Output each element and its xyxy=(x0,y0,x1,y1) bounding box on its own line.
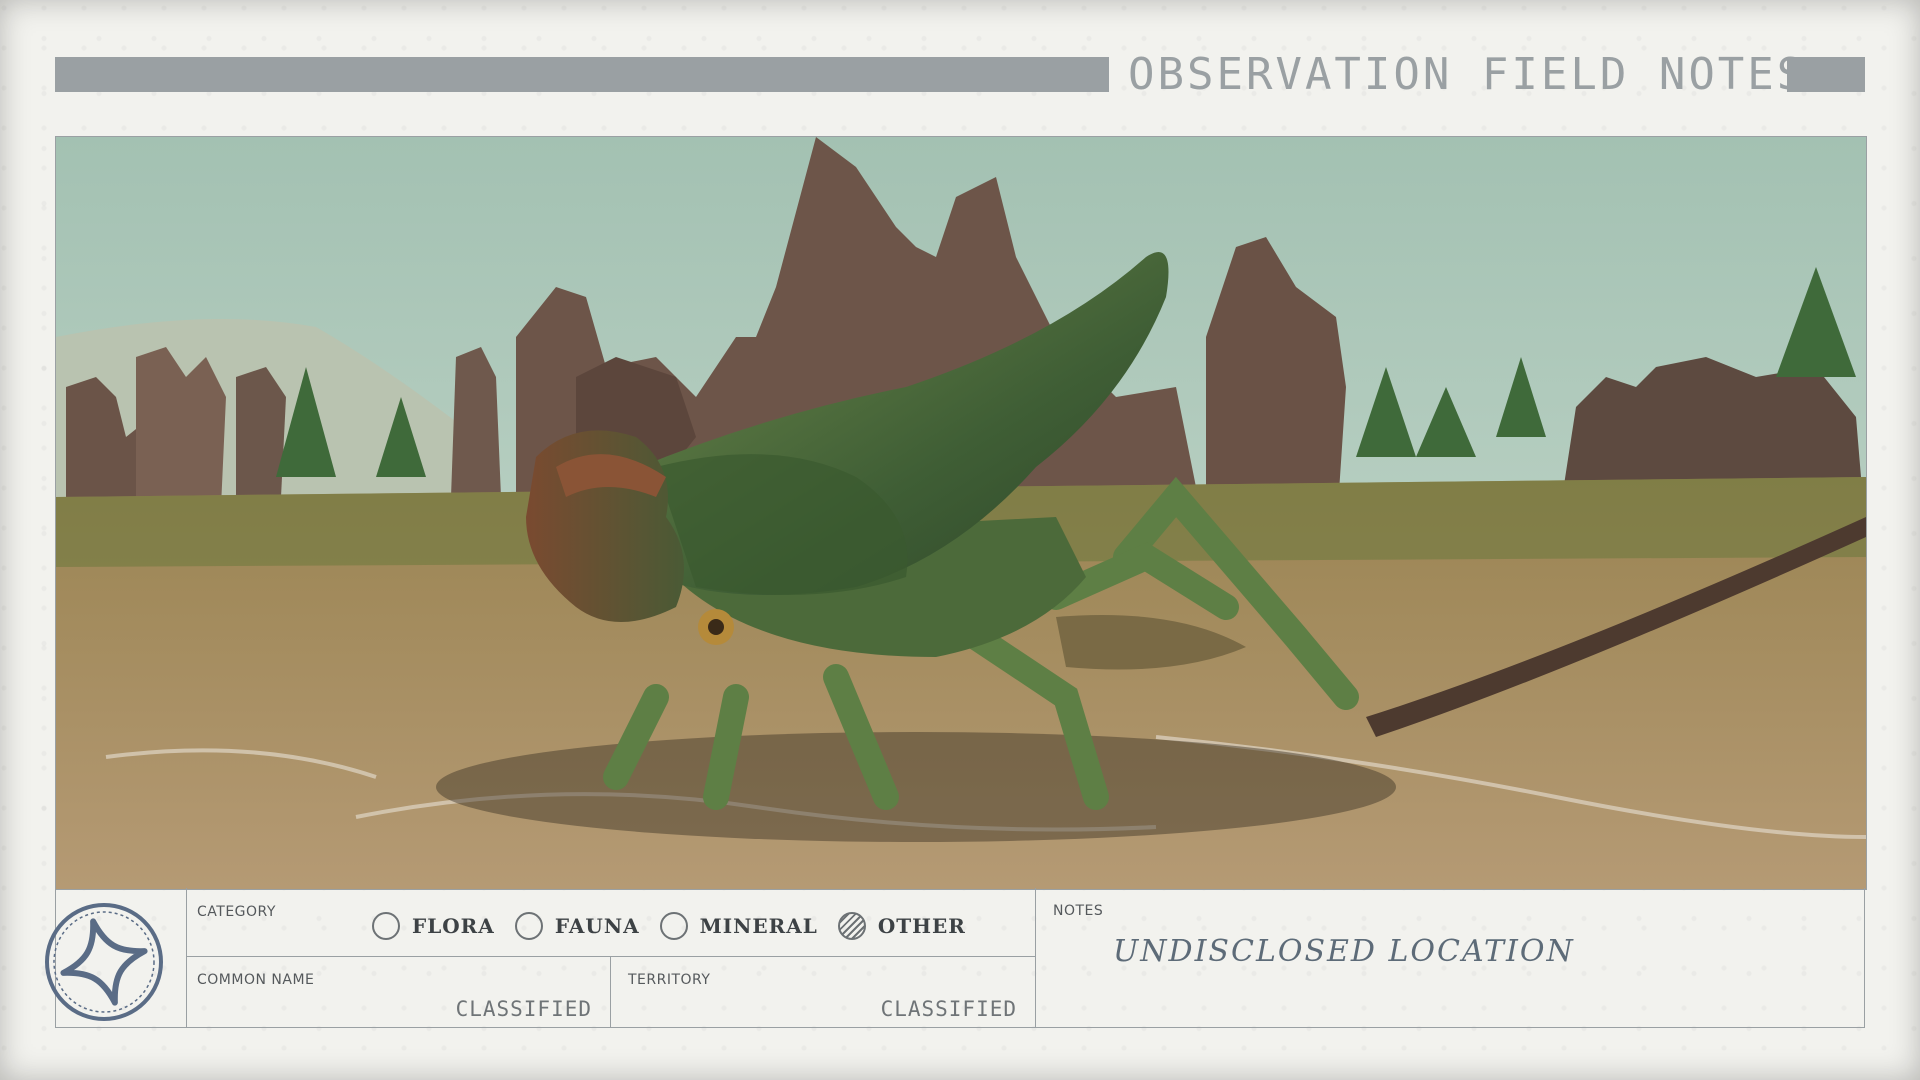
header-bar-right xyxy=(1787,57,1865,92)
field-notes-form: CATEGORY FLORA FAUNA MINERAL OTHER COMMO… xyxy=(45,888,1865,1028)
notes-label: NOTES xyxy=(1053,903,1104,919)
category-row: CATEGORY FLORA FAUNA MINERAL OTHER xyxy=(187,888,1035,957)
creature-scene xyxy=(56,137,1866,889)
common-name-field: COMMON NAME CLASSIFIED xyxy=(187,957,611,1027)
territory-label: TERRITORY xyxy=(628,972,711,988)
other-radio[interactable] xyxy=(837,912,866,940)
field-notes-card: OBSERVATION FIELD NOTES CATEGORY FLORA F… xyxy=(0,0,1920,1080)
notes-value: UNDISCLOSED LOCATION xyxy=(1113,934,1575,969)
common-name-label: COMMON NAME xyxy=(197,972,315,988)
option-other[interactable]: OTHER xyxy=(837,912,966,940)
category-label: CATEGORY xyxy=(197,904,276,920)
territory-value: CLASSIFIED xyxy=(880,997,1017,1021)
notes-field: NOTES UNDISCLOSED LOCATION xyxy=(1035,888,1865,1027)
mineral-radio[interactable] xyxy=(659,912,688,940)
other-label: OTHER xyxy=(877,914,966,938)
logo-cell xyxy=(45,888,187,1027)
territory-field: TERRITORY CLASSIFIED xyxy=(611,957,1035,1027)
fauna-label: FAUNA xyxy=(554,914,640,938)
fauna-radio[interactable] xyxy=(514,912,543,940)
mineral-label: MINERAL xyxy=(699,914,818,938)
flora-label: FLORA xyxy=(412,914,495,938)
flora-radio[interactable] xyxy=(372,912,400,940)
category-options: FLORA FAUNA MINERAL OTHER xyxy=(372,912,986,940)
header-bar-left xyxy=(55,57,1109,92)
option-mineral[interactable]: MINERAL xyxy=(659,912,818,940)
observation-photo xyxy=(55,136,1867,890)
page-title: OBSERVATION FIELD NOTES xyxy=(1128,49,1807,100)
star-emblem-icon xyxy=(45,903,163,1021)
option-flora[interactable]: FLORA xyxy=(372,912,495,940)
option-fauna[interactable]: FAUNA xyxy=(514,912,640,940)
common-name-value: CLASSIFIED xyxy=(455,997,592,1021)
